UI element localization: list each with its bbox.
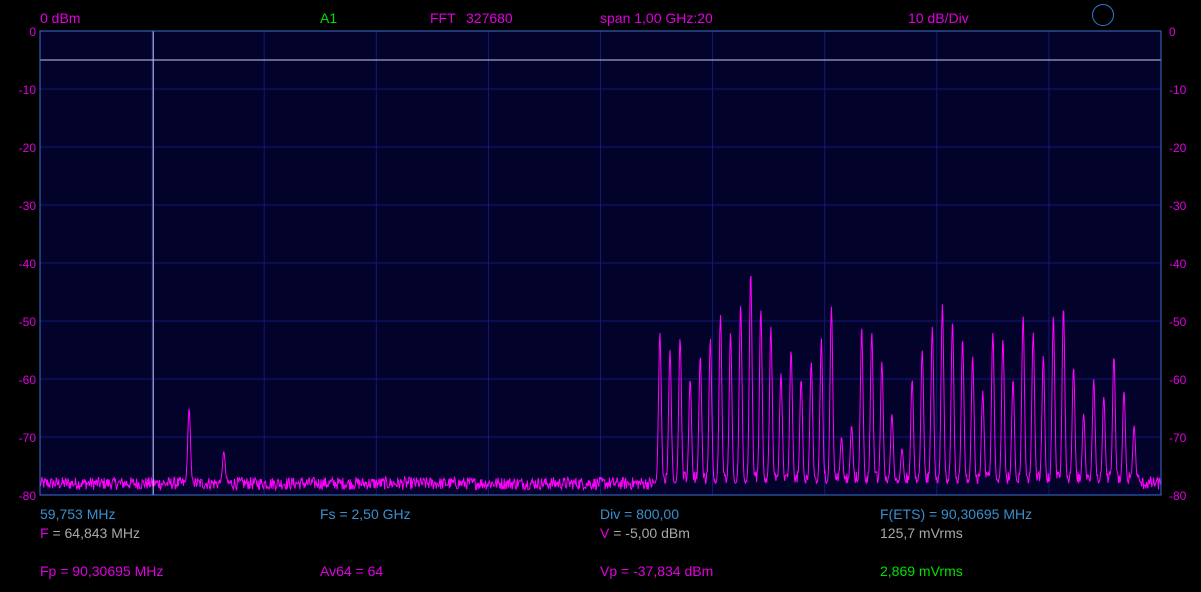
y-tick-label-right: -40 xyxy=(1169,257,1187,271)
v-label: V xyxy=(600,525,610,541)
y-tick-label-right: -10 xyxy=(1169,83,1187,97)
frequency-readout: F = 64,843 MHz xyxy=(40,525,140,541)
f-value: = 64,843 MHz xyxy=(48,525,140,541)
averaging-readout: Av64 = 64 xyxy=(320,563,384,579)
y-tick-label-right: -60 xyxy=(1169,373,1187,387)
f-ets-readout: F(ETS) = 90,30695 MHz xyxy=(880,506,1033,522)
v-value: = -5,00 dBm xyxy=(609,525,690,541)
sample-rate: Fs = 2,50 GHz xyxy=(320,506,411,522)
y-tick-label-left: -60 xyxy=(19,373,37,387)
y-tick-label-left: -40 xyxy=(19,257,37,271)
y-tick-label-left: -30 xyxy=(19,199,37,213)
y-tick-label-left: -70 xyxy=(19,431,37,445)
y-tick-label-left: 0 xyxy=(29,25,36,39)
f-label: F xyxy=(40,525,49,541)
y-tick-label-right: -30 xyxy=(1169,199,1187,213)
y-tick-label-right: -50 xyxy=(1169,315,1187,329)
spectrum-plot[interactable]: 0 -10 -20 -30 -40 -50 -60 -70 -80 0 -10 -20 -30 -40 -… xyxy=(0,0,1201,592)
y-tick-label-right: 0 xyxy=(1169,25,1176,39)
y-axis-labels-left: 0 -10 -20 -30 -40 -50 -60 -70 -80 xyxy=(19,25,37,503)
peak-voltage-readout: Vp = -37,834 dBm xyxy=(600,563,714,579)
y-axis-labels-right: 0 -10 -20 -30 -40 -50 -60 -70 -80 xyxy=(1169,25,1187,503)
div-readout: Div = 800,00 xyxy=(600,506,679,522)
y-tick-label-left: -10 xyxy=(19,83,37,97)
cursor-frequency: 59,753 MHz xyxy=(40,506,116,522)
y-tick-label-left: -80 xyxy=(19,489,37,503)
peak-frequency-readout: Fp = 90,30695 MHz xyxy=(40,563,164,579)
y-tick-label-right: -70 xyxy=(1169,431,1187,445)
peak-rms-readout: 2,869 mVrms xyxy=(880,563,963,579)
voltage-readout: V = -5,00 dBm xyxy=(600,525,690,541)
y-tick-label-left: -50 xyxy=(19,315,37,329)
rms-readout: 125,7 mVrms xyxy=(880,525,963,541)
y-tick-label-right: -80 xyxy=(1169,489,1187,503)
y-tick-label-right: -20 xyxy=(1169,141,1187,155)
y-tick-label-left: -20 xyxy=(19,141,37,155)
